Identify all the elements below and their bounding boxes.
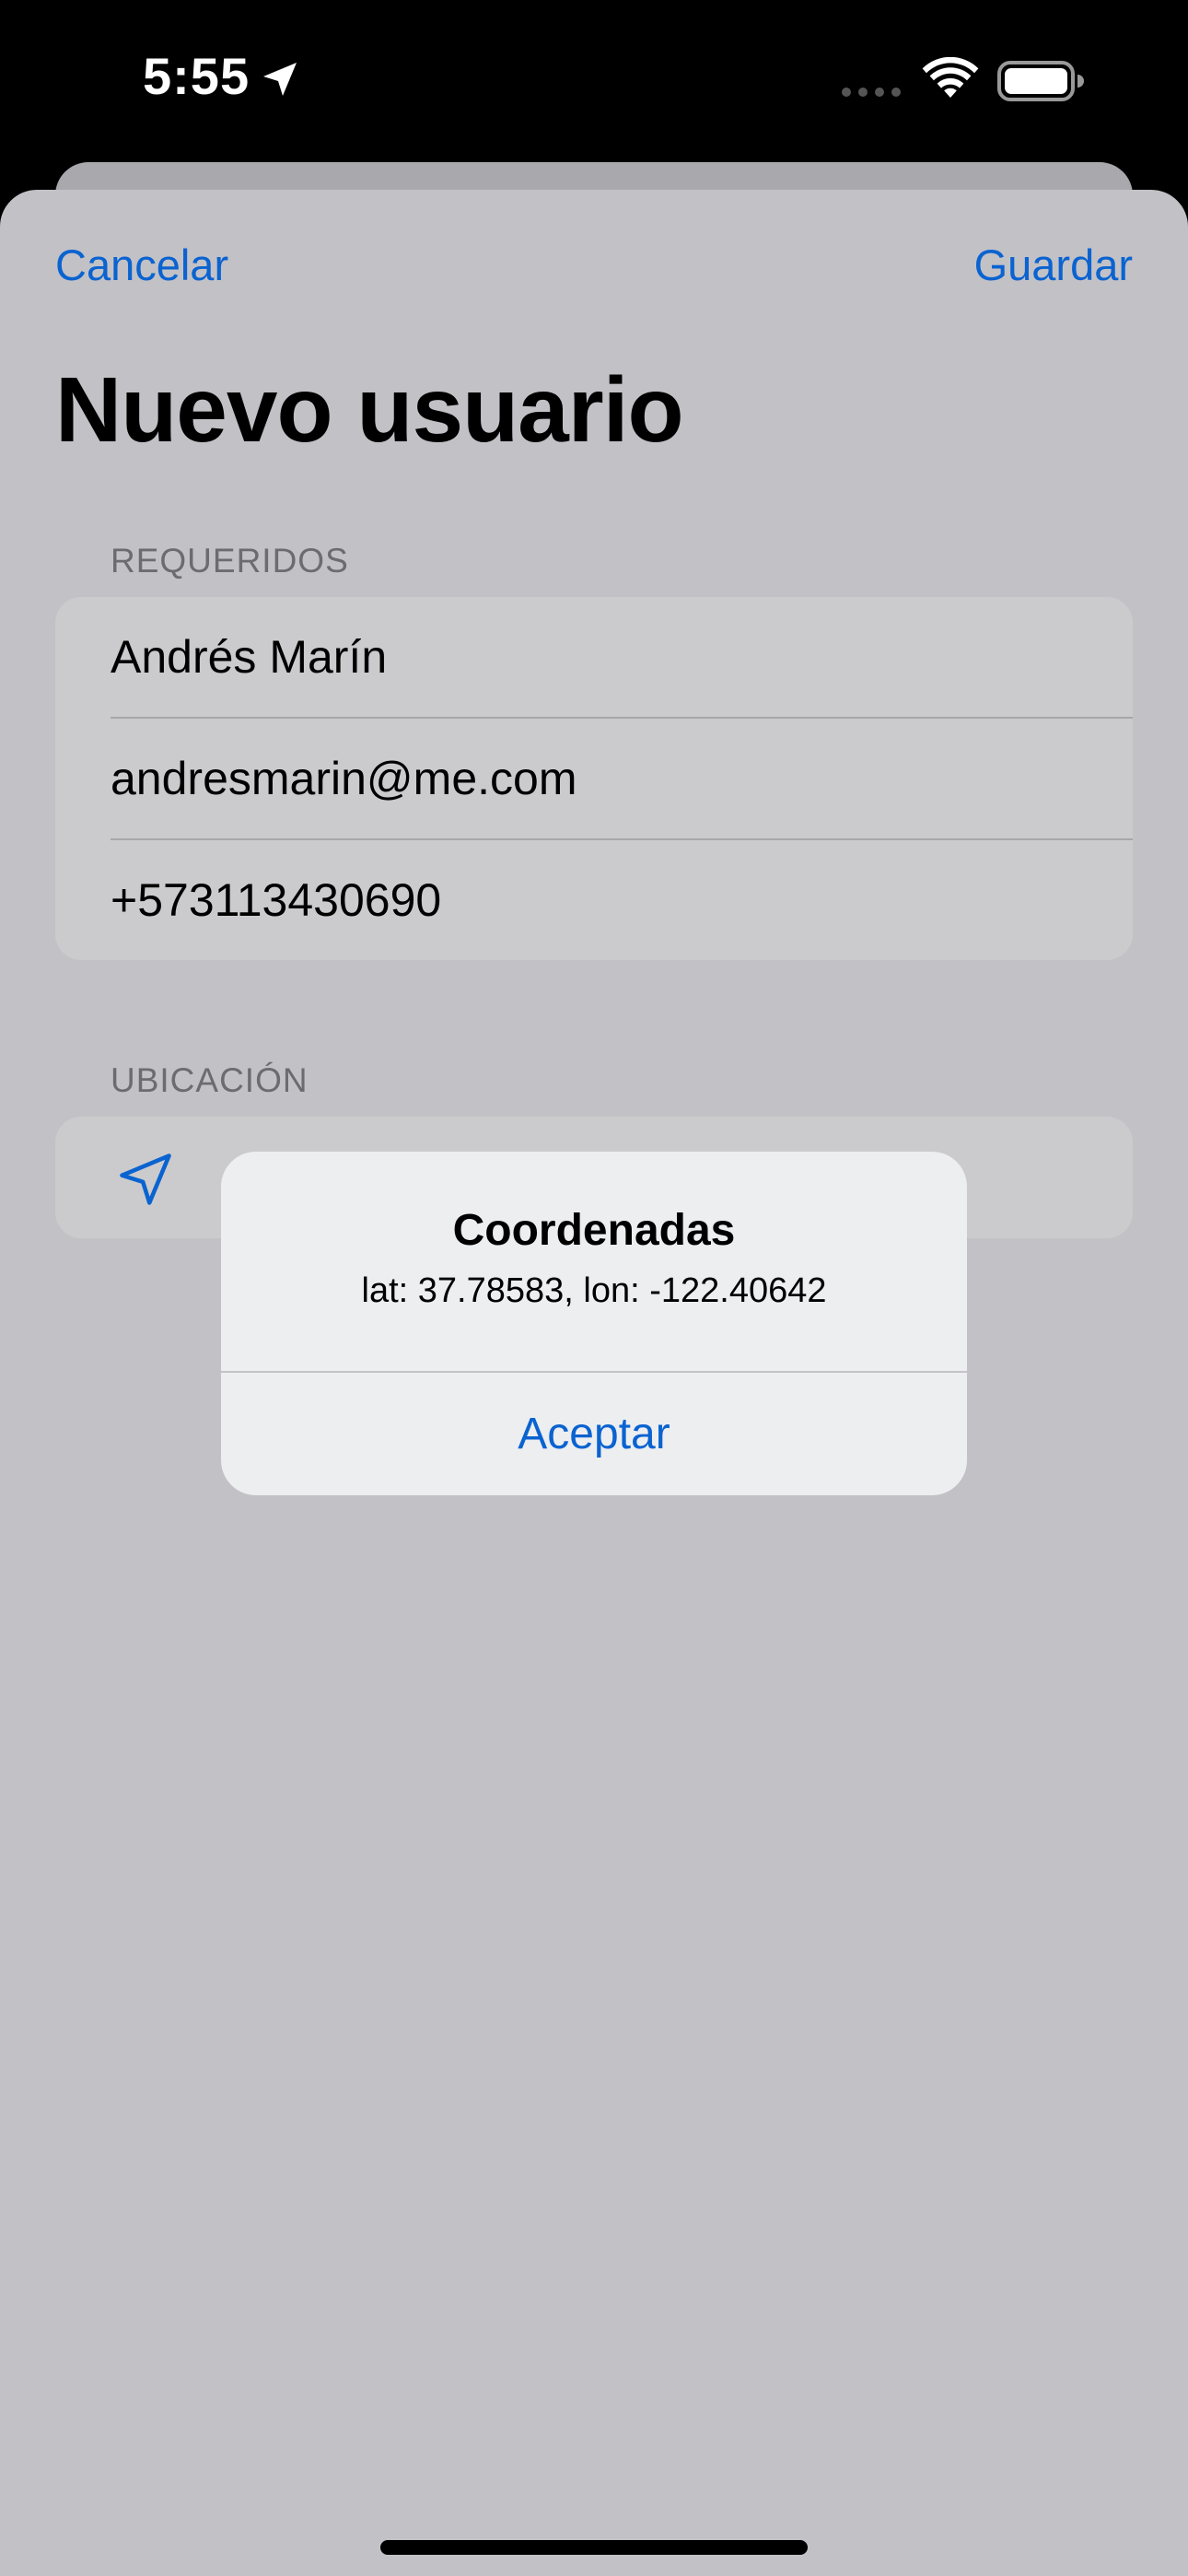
phone-field[interactable]: +573113430690 [55,840,1133,960]
cancel-button[interactable]: Cancelar [55,240,228,290]
save-button[interactable]: Guardar [974,240,1133,290]
phone-field-value: +573113430690 [111,874,442,926]
required-fields-group: Andrés Marín andresmarin@me.com +5731134… [55,597,1133,960]
alert-title: Coordenadas [452,1206,736,1255]
status-time: 5:55 [143,47,250,105]
wifi-icon [922,57,979,98]
section-header-location: UBICACIÓN [111,1061,309,1099]
email-field[interactable]: andresmarin@me.com [55,719,1133,840]
status-bar: 5:55 [0,0,1188,166]
screen: 5:55 Cancelar Guardar Nuevo usuario REQU… [0,0,1188,2576]
email-field-value: andresmarin@me.com [111,753,577,804]
name-field-value: Andrés Marín [111,631,388,683]
coordinates-alert: Coordenadas lat: 37.78583, lon: -122.406… [221,1152,967,1495]
cellular-signal-icon [842,88,901,97]
section-header-required: REQUERIDOS [111,542,349,580]
battery-icon [997,61,1084,101]
home-indicator[interactable] [380,2540,808,2555]
name-field[interactable]: Andrés Marín [55,597,1133,719]
location-arrow-icon [263,63,297,96]
accept-button[interactable]: Aceptar [221,1373,967,1495]
page-title: Nuevo usuario [55,358,684,462]
location-arrow-icon[interactable] [114,1148,177,1211]
alert-message: lat: 37.78583, lon: -122.40642 [361,1271,827,1310]
